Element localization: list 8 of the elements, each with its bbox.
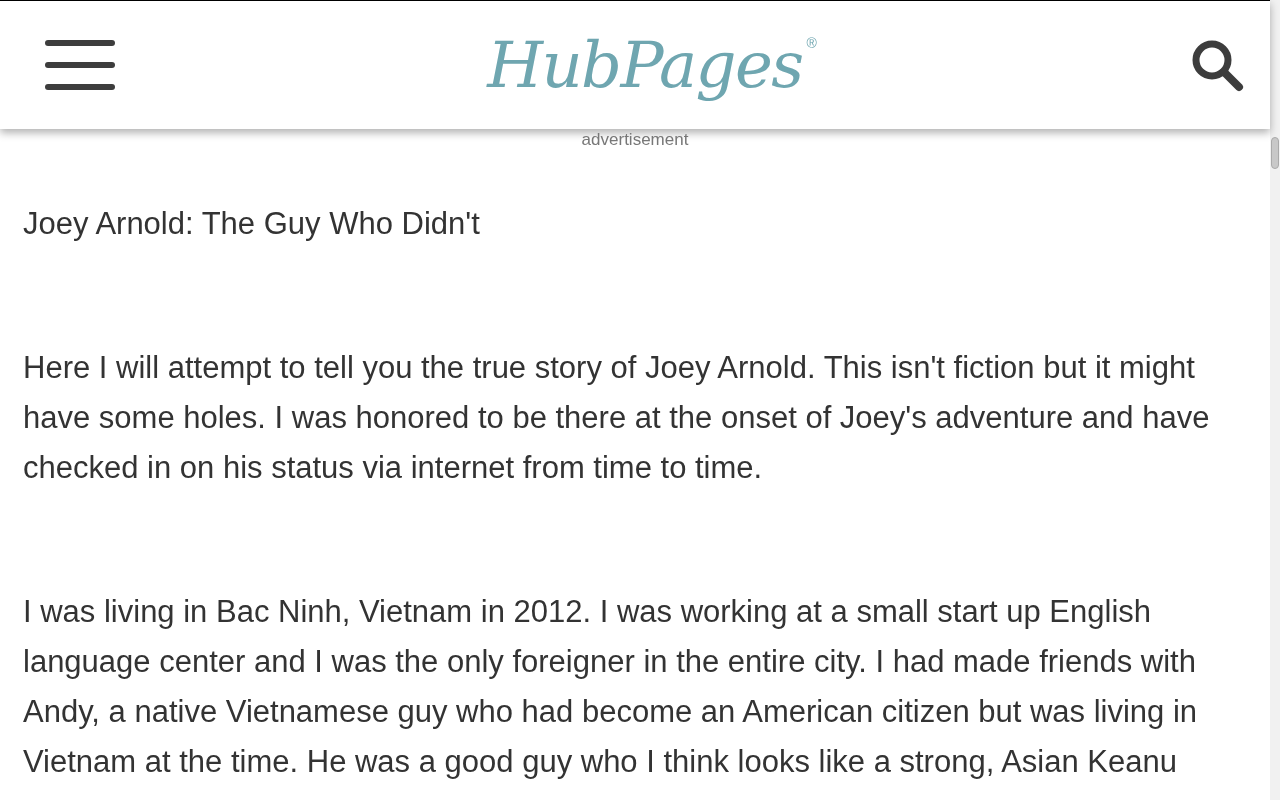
menu-icon[interactable] [45,40,115,90]
article-paragraph: I was living in Bac Ninh, Vietnam in 2012. I was working at a small start up English language center and I was the only foreigner in the entire city. I had made friends with Andy, a native Vietnamese guy who had become an American citizen but was living in Vietnam at the time. He was a good guy who I think looks like a strong, Asian Keanu [23,593,1199,781]
article-paragraph: Here I will attempt to tell you the true story of Joey Arnold. This isn't fiction but it might have some holes. I was honored to be there at the onset of Joey's adventure and have checked in on his status via internet from time to time. [23,349,1211,487]
scrollbar-thumb[interactable] [1271,137,1279,169]
registered-mark: ® [806,34,817,53]
scrollbar[interactable] [1270,0,1280,800]
advertisement-label: advertisement [581,131,689,149]
article-title: Joey Arnold: The Guy Who Didn't [23,205,481,243]
